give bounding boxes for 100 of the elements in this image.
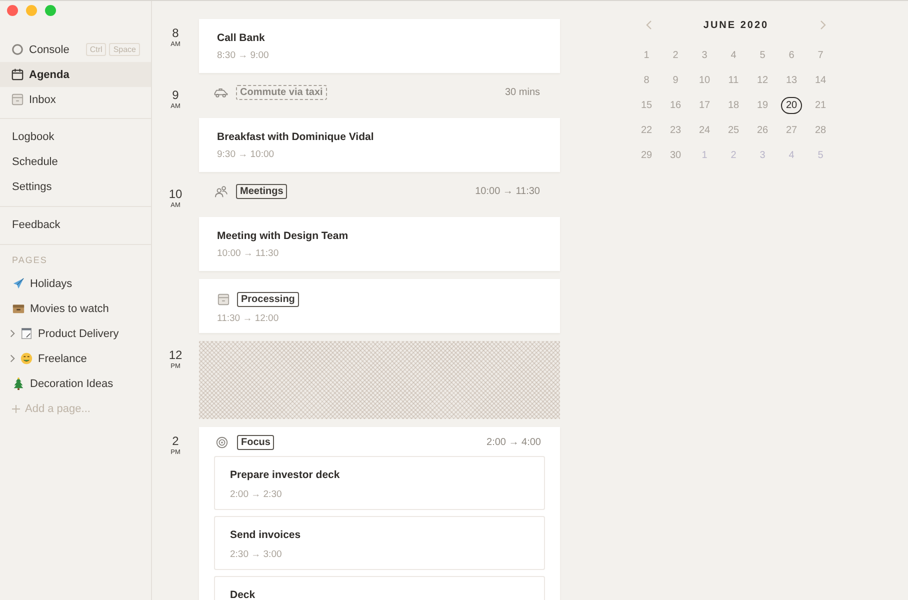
category-tag[interactable]: Commute via taxi [236, 84, 327, 100]
task-card[interactable]: Prepare investor deck 2:00 → 2:30 [214, 456, 545, 510]
shortcut-key: Space [109, 43, 140, 56]
hour-label: 10 [168, 188, 182, 200]
duration-label: 10:00 → 11:30 [475, 186, 540, 196]
inbox-icon [11, 93, 24, 106]
page-link[interactable]: Movies to watch [30, 302, 109, 314]
calendar-day[interactable]: 12 [752, 72, 774, 89]
calendar-day[interactable]: 2 [668, 47, 684, 64]
calendar-day[interactable]: 8 [638, 72, 654, 89]
month-title: JUNE 2020 [703, 20, 769, 30]
hour-label: 8 [172, 27, 179, 39]
event-time: 11:30 → 12:00 [217, 313, 280, 324]
event-card[interactable]: Breakfast with Dominique Vidal 9:30 → 10:00 [199, 118, 560, 172]
page-link[interactable]: Freelance [38, 352, 87, 364]
section-heading: PAGES [11, 254, 48, 267]
window-zoom-button[interactable] [45, 5, 56, 16]
sidebar-item[interactable]: Logbook [0, 125, 151, 150]
chevron-icon[interactable] [10, 354, 15, 363]
event-time: 9:30 → 10:00 [217, 149, 276, 160]
calendar-day[interactable]: 6 [784, 47, 800, 64]
circle-icon [11, 43, 24, 56]
previous-month-icon[interactable] [646, 20, 652, 30]
calendar-day[interactable]: 3 [696, 47, 712, 64]
calendar-day[interactable]: 28 [810, 122, 832, 139]
window-minimize-button[interactable] [26, 5, 37, 16]
calendar-day[interactable]: 13 [780, 72, 802, 89]
event-card[interactable]: Meeting with Design Team 10:00 → 11:30 [199, 217, 560, 271]
calendar-day[interactable]: 7 [812, 47, 828, 64]
sidebar-item[interactable]: Inbox [0, 87, 151, 112]
calendar-day[interactable]: 3 [754, 147, 770, 164]
calendar-day[interactable]: 10 [694, 72, 716, 89]
calendar-day[interactable]: 25 [722, 122, 744, 139]
calendar-day[interactable]: 2 [726, 147, 742, 164]
calendar-day[interactable]: 16 [664, 97, 686, 114]
sidebar-item[interactable]: Settings [0, 175, 151, 200]
sidebar-item[interactable]: Schedule [0, 150, 151, 175]
face-icon [20, 352, 33, 365]
event-title: Meeting with Design Team [217, 230, 350, 242]
calendar-day[interactable]: 4 [784, 147, 800, 164]
calendar-day[interactable]: 21 [810, 97, 832, 114]
calendar-day[interactable]: 29 [636, 147, 658, 164]
calendar-day[interactable]: 4 [726, 47, 742, 64]
hour-label: 2 [172, 435, 179, 447]
duration-label: 2:00 → 4:00 [486, 437, 541, 448]
event-time: 10:00 → 11:30 [217, 248, 280, 259]
calendar-day[interactable]: 11 [723, 72, 744, 89]
calendar-day[interactable]: 20 [780, 97, 802, 114]
page-link[interactable]: Decoration Ideas [30, 378, 114, 390]
calendar-day[interactable]: 1 [638, 47, 654, 64]
task-time: 2:00 → 2:30 [230, 489, 283, 500]
calendar-day[interactable]: 30 [664, 147, 686, 164]
calendar-day[interactable]: 5 [754, 47, 770, 64]
window-close-button[interactable] [7, 5, 18, 16]
target-icon [214, 436, 230, 449]
airplane-icon [12, 277, 25, 290]
calendar-day[interactable]: 1 [696, 147, 712, 164]
add-page-link[interactable]: Add a page... [25, 402, 90, 414]
category-tag[interactable]: Meetings [236, 184, 288, 198]
calendar-icon [11, 68, 24, 81]
task-title: Deck [230, 589, 256, 600]
calendar-day[interactable]: 27 [780, 122, 802, 139]
event-time: 8:30 → 9:00 [217, 50, 270, 61]
calendar-day[interactable]: 19 [752, 97, 774, 114]
next-month-icon[interactable] [820, 20, 826, 30]
sidebar-item[interactable]: Agenda [0, 62, 151, 87]
calendar-day[interactable]: 15 [636, 97, 658, 114]
task-card[interactable]: Send invoices 2:30 → 3:00 [214, 516, 545, 570]
calendar-day[interactable]: 23 [664, 122, 686, 139]
inbox-icon [217, 293, 230, 306]
calendar-day[interactable]: 5 [812, 147, 828, 164]
chevron-icon[interactable] [10, 329, 15, 338]
category-tag[interactable]: Focus [237, 435, 274, 450]
event-card[interactable]: Processing 11:30 → 12:00 [199, 279, 560, 333]
tree-icon [12, 377, 25, 390]
hour-label: 12 [168, 349, 182, 361]
plus-icon[interactable] [12, 404, 20, 412]
calendar-day[interactable]: 24 [694, 122, 716, 139]
task-card[interactable]: Deck [214, 576, 545, 600]
page-link[interactable]: Product Delivery [38, 328, 119, 340]
duration-label: 30 mins [504, 86, 540, 98]
sidebar-item[interactable]: Console Ctrl Space [0, 37, 151, 62]
category-tag[interactable]: Processing [237, 292, 299, 307]
event-title: Breakfast with Dominique Vidal [217, 131, 375, 143]
box-icon [12, 302, 25, 315]
calendar-day[interactable]: 26 [752, 122, 774, 139]
task-time: 2:30 → 3:00 [230, 549, 283, 560]
calendar-day[interactable]: 17 [694, 97, 716, 114]
notepad-icon [20, 327, 33, 340]
calendar-day[interactable]: 18 [722, 97, 744, 114]
shortcut-key: Ctrl [86, 43, 106, 56]
calendar-day[interactable]: 22 [636, 122, 658, 139]
task-title: Prepare investor deck [230, 469, 341, 481]
task-title: Send invoices [230, 529, 302, 541]
calendar-day[interactable]: 9 [668, 72, 684, 89]
page-link[interactable]: Holidays [30, 278, 72, 290]
hour-label: 9 [172, 89, 179, 101]
event-card[interactable]: Call Bank 8:30 → 9:00 [199, 19, 560, 73]
calendar-day[interactable]: 14 [810, 72, 832, 89]
sidebar-item[interactable]: Feedback [0, 213, 151, 238]
